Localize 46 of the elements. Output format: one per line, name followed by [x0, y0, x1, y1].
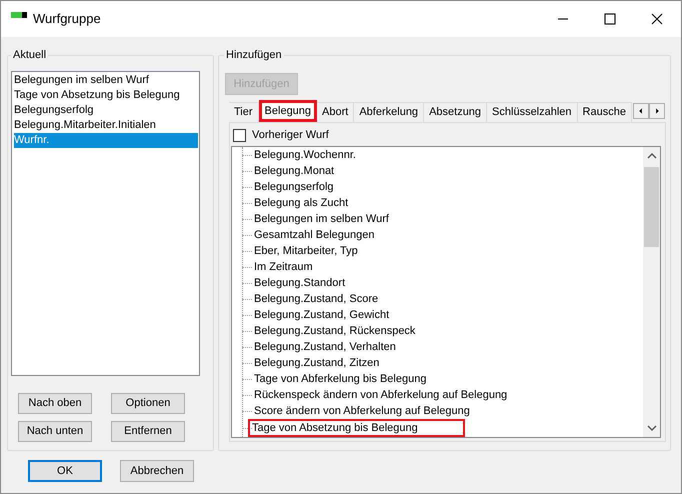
tree-item[interactable]: Belegung.Zustand, Verhalten: [254, 340, 396, 354]
current-list[interactable]: Belegungen im selben Wurf Tage von Absetzung bis Belegung Belegungserfolg Belegung.Mitarbeiter.Initialen Wurfnr.: [11, 71, 200, 376]
tree-item[interactable]: Belegung.Zustand, Score: [254, 292, 378, 306]
checkbox[interactable]: [233, 128, 246, 142]
tree-item[interactable]: Belegungen im selben Wurf: [254, 212, 389, 226]
tree-item[interactable]: Belegung.Zustand, Gewicht: [254, 308, 390, 322]
dialog-button[interactable]: Nach oben: [18, 393, 92, 414]
tab[interactable]: Tier: [229, 102, 259, 122]
window-title: Wurfgruppe: [33, 10, 101, 28]
dialog-button[interactable]: Nach unten: [18, 421, 92, 442]
maximize-icon[interactable]: [604, 13, 616, 25]
scroll-thumb[interactable]: [644, 167, 659, 247]
scrollbar[interactable]: [643, 147, 660, 437]
close-icon[interactable]: [651, 13, 663, 25]
tree-item[interactable]: Belegung.Monat: [254, 164, 334, 178]
tree-item[interactable]: Belegung.Zustand, Zitzen: [254, 356, 380, 370]
list-item[interactable]: Belegungen im selben Wurf: [14, 73, 198, 88]
list-item[interactable]: Belegungserfolg: [14, 103, 198, 118]
tree-item[interactable]: Tage von Abferkelung bis Belegung: [254, 372, 426, 386]
tree-item[interactable]: Belegung.Standort: [254, 276, 346, 290]
dialog-button[interactable]: OK: [28, 460, 102, 482]
dialog-button[interactable]: Abbrechen: [120, 460, 194, 482]
tree-item[interactable]: Score ändern von Abferkelung auf Belegung: [254, 404, 470, 418]
tree-item[interactable]: Im Zeitraum: [254, 260, 313, 274]
scroll-left-icon[interactable]: [633, 103, 649, 119]
scroll-right-icon[interactable]: [649, 103, 665, 119]
app-icon: [11, 12, 27, 18]
tab[interactable]: Belegung: [258, 100, 318, 122]
group-label: Hinzufügen: [224, 47, 284, 64]
scroll-down-icon[interactable]: [646, 423, 656, 433]
scroll-up-icon[interactable]: [646, 151, 656, 161]
tree-item[interactable]: Rückenspeck ändern von Abferkelung auf Belegung: [254, 388, 508, 402]
list-item[interactable]: Wurfnr.: [14, 133, 198, 148]
checkbox-label: Vorheriger Wurf: [252, 128, 329, 143]
dialog-button[interactable]: Optionen: [111, 393, 185, 414]
tree-item[interactable]: Belegung.Wochennr.: [254, 148, 356, 162]
list-item[interactable]: Tage von Absetzung bis Belegung: [14, 88, 198, 103]
list-item[interactable]: Belegung.Mitarbeiter.Initialen: [14, 118, 198, 133]
tab[interactable]: Rausche: [576, 102, 632, 122]
tree-item[interactable]: Gesamtzahl Belegungen: [254, 228, 374, 242]
dialog-button[interactable]: Entfernen: [111, 421, 185, 442]
tree-item[interactable]: Eber, Mitarbeiter, Typ: [254, 244, 358, 258]
tree-item[interactable]: Belegungserfolg: [254, 180, 334, 194]
tree-item[interactable]: Tage von Absetzung bis Belegung: [248, 419, 465, 437]
tree-item[interactable]: Belegung.Zustand, Rückenspeck: [254, 324, 416, 338]
tree-item[interactable]: Belegung als Zucht: [254, 196, 348, 210]
